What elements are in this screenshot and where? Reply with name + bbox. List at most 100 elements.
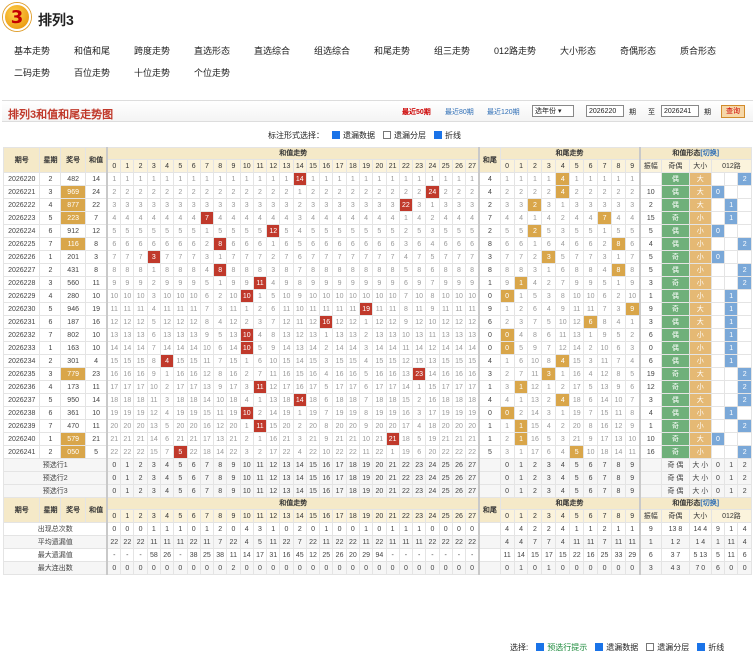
preview-sum[interactable]: 9 bbox=[226, 458, 241, 472]
preview-bs[interactable]: 大 小 bbox=[688, 471, 712, 485]
preview-tail-num[interactable]: 9 bbox=[624, 458, 641, 472]
checkbox-line[interactable] bbox=[434, 131, 442, 139]
preview-tail-num[interactable]: 2 bbox=[527, 471, 543, 485]
preview-r1[interactable]: 1 bbox=[724, 484, 739, 498]
table-row[interactable]: 2026222 4 877 22 3 3 3 3 3 3 3 3 3 3 3 3 3 3 2 3 3 3 3 3 3 3 22 3 1 3… bbox=[2, 198, 752, 212]
preview-tail-num[interactable]: 7 bbox=[597, 471, 613, 485]
preview-tail-num[interactable]: 3 bbox=[541, 484, 557, 498]
table-row[interactable]: 2026232 7 802 10 13 13 13 6 13 13 13 9 5 13 10 4 8 13 12 13… bbox=[2, 328, 752, 342]
preview-sum[interactable]: 9 bbox=[226, 484, 241, 498]
preview-sum[interactable]: 19 bbox=[358, 458, 374, 472]
preview-sum[interactable]: 17 bbox=[332, 458, 347, 472]
preview-tail-num[interactable]: 6 bbox=[583, 458, 599, 472]
preview-sum[interactable]: 22 bbox=[398, 471, 414, 485]
preview-r1[interactable]: 1 bbox=[724, 471, 739, 485]
preview-sum[interactable]: 21 bbox=[385, 471, 400, 485]
preview-tail-num[interactable]: 4 bbox=[555, 484, 571, 498]
latest-50-link[interactable]: 最近50期 bbox=[402, 107, 431, 117]
preview-sum[interactable]: 16 bbox=[319, 471, 334, 485]
table-row[interactable]: 2026234 2 301 4 15 15 15 8 4 15 15 11 7 15 1 6 10 15 14 15 3… bbox=[2, 354, 752, 368]
preview-sum[interactable]: 26 bbox=[451, 484, 467, 498]
table-row[interactable]: 2026220 2 482 14 1 1 1 1 1 1 1 1 1 1 1 1 1 1 14 1 1 1 1 1 1 1 1 1 1 1… bbox=[2, 172, 752, 186]
preview-sum[interactable]: 11 bbox=[252, 471, 268, 485]
preview-sum[interactable]: 0 bbox=[106, 484, 122, 498]
nav-link[interactable]: 个位走势 bbox=[194, 66, 230, 79]
preview-sum[interactable]: 12 bbox=[266, 458, 281, 472]
preview-tail-num[interactable]: 6 bbox=[583, 471, 599, 485]
switch-link[interactable]: [切换] bbox=[700, 500, 719, 507]
nav-link[interactable]: 跨度走势 bbox=[134, 44, 170, 57]
table-row[interactable]: 2026223 5 223 7 4 4 4 4 4 4 4 7 4 4 4 4 4 4 3 4 4 4 4 4 4 4 1 4 2 4 4 4… bbox=[2, 211, 752, 225]
preview-sum[interactable]: 20 bbox=[372, 471, 387, 485]
preview-sum[interactable]: 3 bbox=[146, 458, 161, 472]
preview-tail-num[interactable]: 0 bbox=[499, 484, 515, 498]
preview-sum[interactable]: 11 bbox=[252, 458, 268, 472]
preview-tail-num[interactable]: 8 bbox=[611, 458, 626, 472]
nav-link[interactable]: 组选综合 bbox=[314, 44, 350, 57]
preview-sum[interactable]: 10 bbox=[239, 458, 254, 472]
preview-tail-num[interactable]: 9 bbox=[624, 471, 641, 485]
preview-sum[interactable]: 16 bbox=[319, 458, 334, 472]
preview-sum[interactable]: 10 bbox=[239, 471, 254, 485]
table-row[interactable]: 2026221 3 969 24 2 2 2 2 2 2 2 2 2 2 2 2 2 2 1 2 2 2 2 2 2 2 2 2 24 2… bbox=[2, 185, 752, 199]
preview-tail-num[interactable]: 4 bbox=[555, 471, 571, 485]
nav-link[interactable]: 质合形态 bbox=[680, 44, 716, 57]
preview-sum[interactable]: 27 bbox=[465, 458, 480, 472]
latest-120-link[interactable]: 最近120期 bbox=[487, 107, 520, 117]
opt-miss-layer[interactable]: 遗漏分层 bbox=[394, 131, 426, 140]
preview-tail-num[interactable]: 4 bbox=[555, 458, 571, 472]
preview-sum[interactable]: 26 bbox=[451, 458, 467, 472]
preview-sum[interactable]: 2 bbox=[133, 471, 148, 485]
opt-foot-layer[interactable]: 遗漏分层 bbox=[657, 643, 689, 652]
preview-sum[interactable]: 14 bbox=[292, 458, 307, 472]
preview-row[interactable]: 预选行3 0 1 2 3 4 5 6 7 8 9 10 11 12 13 14 15 16 17 18 19 20 21 22… bbox=[3, 484, 752, 498]
preview-sum[interactable]: 20 bbox=[372, 458, 387, 472]
preview-sum[interactable]: 12 bbox=[266, 484, 281, 498]
preview-sum[interactable]: 24 bbox=[425, 471, 440, 485]
table-row[interactable]: 2026233 1 163 10 14 14 14 7 14 14 14 10 6 14 10 5 9 14 13 1… bbox=[2, 341, 752, 355]
preview-sum[interactable]: 27 bbox=[465, 471, 480, 485]
preview-sum[interactable]: 0 bbox=[106, 471, 122, 485]
checkbox-preview-hint[interactable] bbox=[536, 643, 545, 651]
preview-sum[interactable]: 25 bbox=[438, 458, 453, 472]
preview-oe[interactable]: 奇 偶 bbox=[661, 484, 690, 498]
preview-sum[interactable]: 6 bbox=[186, 484, 201, 498]
table-row[interactable]: 2026228 3 560 11 9 9 9 2 9 9 9 5 1 9 9 11 4 9 8 9 9 9 9 9 9 9 6 9 7 9… bbox=[2, 276, 752, 290]
preview-sum[interactable]: 25 bbox=[438, 484, 453, 498]
preview-sum[interactable]: 7 bbox=[199, 471, 215, 485]
table-row[interactable]: 2026224 6 912 12 5 5 5 5 5 5 5 1 5 5 5 5 12 5 4 5 5 5 5 5 5 5 2 5 3 5… bbox=[2, 224, 752, 238]
preview-sum[interactable]: 2 bbox=[133, 458, 148, 472]
preview-sum[interactable]: 4 bbox=[159, 484, 175, 498]
nav-link[interactable]: 012路走势 bbox=[494, 44, 536, 57]
preview-sum[interactable]: 0 bbox=[106, 458, 122, 472]
preview-tail-num[interactable]: 5 bbox=[569, 484, 585, 498]
table-row[interactable]: 2026229 4 280 10 10 10 10 3 10 10 10 6 2 10 10 1 5 10 9 10 1… bbox=[2, 289, 752, 303]
preview-sum[interactable]: 5 bbox=[173, 484, 188, 498]
from-issue-input[interactable]: 2026220 bbox=[586, 105, 624, 117]
preview-sum[interactable]: 8 bbox=[213, 471, 228, 485]
preview-sum[interactable]: 13 bbox=[279, 484, 294, 498]
preview-sum[interactable]: 16 bbox=[319, 484, 334, 498]
nav-link[interactable]: 直选形态 bbox=[194, 44, 230, 57]
preview-tail-num[interactable]: 1 bbox=[513, 484, 529, 498]
preview-sum[interactable]: 17 bbox=[332, 471, 347, 485]
preview-tail-num[interactable]: 2 bbox=[527, 484, 543, 498]
preview-row[interactable]: 预选行1 0 1 2 3 4 5 6 7 8 9 10 11 12 13 14 15 16 17 18 19 20 21 22… bbox=[3, 458, 752, 472]
preview-sum[interactable]: 23 bbox=[412, 471, 427, 485]
switch-link[interactable]: [切换] bbox=[700, 150, 719, 157]
table-row[interactable]: 2026237 5 950 14 18 18 18 11 3 18 18 14 10 18 4 1 13 18 14… bbox=[2, 393, 752, 407]
preview-sum[interactable]: 25 bbox=[438, 471, 453, 485]
preview-sum[interactable]: 4 bbox=[159, 471, 175, 485]
preview-sum[interactable]: 8 bbox=[213, 458, 228, 472]
preview-sum[interactable]: 18 bbox=[345, 458, 360, 472]
preview-sum[interactable]: 11 bbox=[252, 484, 268, 498]
preview-r2[interactable]: 2 bbox=[737, 458, 752, 472]
preview-r0[interactable]: 0 bbox=[710, 458, 726, 472]
preview-bs[interactable]: 大 小 bbox=[688, 484, 712, 498]
preview-sum[interactable]: 23 bbox=[412, 484, 427, 498]
preview-oe[interactable]: 奇 偶 bbox=[661, 471, 690, 485]
preview-sum[interactable]: 1 bbox=[120, 458, 135, 472]
opt-preview-hint[interactable]: 预选行提示 bbox=[547, 643, 587, 652]
preview-sum[interactable]: 23 bbox=[412, 458, 427, 472]
preview-sum[interactable]: 5 bbox=[173, 458, 188, 472]
